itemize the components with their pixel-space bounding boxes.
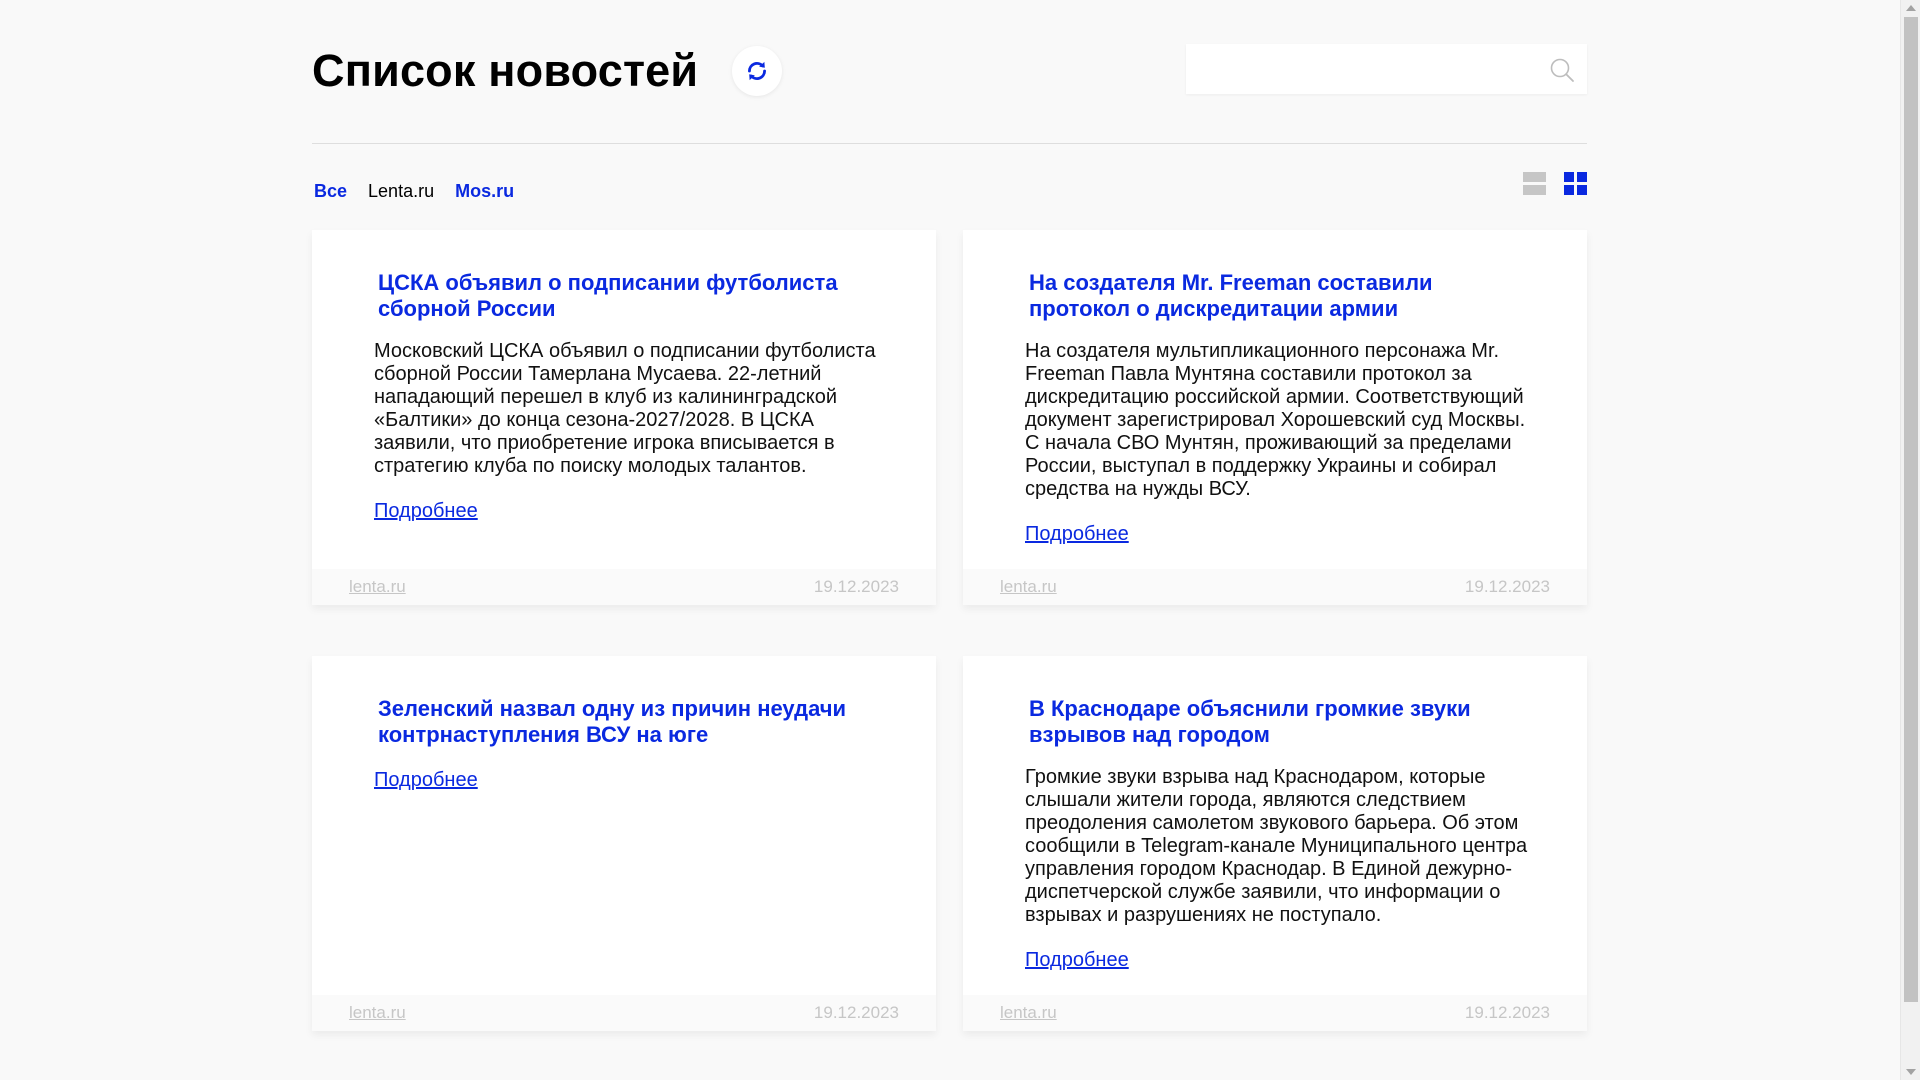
news-date: 19.12.2023 bbox=[813, 577, 899, 596]
main-container: Список новостей Все Lenta.ru Mos.ru ЦСКА… bbox=[312, 0, 1587, 1031]
news-text: На создателя мультипликационного персона… bbox=[1025, 340, 1526, 500]
more-link[interactable]: Подробнее bbox=[1025, 523, 1129, 546]
news-date: 19.12.2023 bbox=[1464, 1003, 1550, 1022]
news-text: Громкие звуки взрыва над Краснодаром, ко… bbox=[1025, 766, 1528, 926]
page: Список новостей Все Lenta.ru Mos.ru ЦСКА… bbox=[0, 0, 1900, 1080]
card-footer: lenta.ru 19.12.2023 bbox=[963, 995, 1587, 1031]
card-footer: lenta.ru 19.12.2023 bbox=[963, 569, 1587, 605]
news-title[interactable]: На создателя Mr. Freeman составили прото… bbox=[1029, 270, 1527, 322]
news-source[interactable]: lenta.ru bbox=[349, 577, 406, 597]
more-link[interactable]: Подробнее bbox=[374, 769, 478, 792]
list-view-icon[interactable] bbox=[1523, 172, 1546, 195]
news-title[interactable]: ЦСКА объявил о подписании футболиста сбо… bbox=[378, 270, 876, 322]
news-title[interactable]: В Краснодаре объяснили громкие звуки взр… bbox=[1029, 696, 1527, 748]
news-source[interactable]: lenta.ru bbox=[1000, 1003, 1057, 1023]
source-tabs: Все Lenta.ru Mos.ru bbox=[314, 178, 514, 204]
news-text: Московский ЦСКА объявил о подписании фут… bbox=[374, 340, 876, 477]
news-card: Зеленский назвал одну из причин неудачи … bbox=[312, 656, 936, 1031]
search-input[interactable] bbox=[1186, 44, 1536, 94]
news-date: 19.12.2023 bbox=[1464, 577, 1550, 596]
view-toggle bbox=[1523, 172, 1587, 195]
news-card: ЦСКА объявил о подписании футболиста сбо… bbox=[312, 230, 936, 605]
search-box bbox=[1186, 44, 1587, 94]
page-title: Список новостей bbox=[312, 45, 699, 96]
search-icon[interactable] bbox=[1549, 57, 1575, 83]
news-date: 19.12.2023 bbox=[813, 1003, 899, 1022]
scroll-up-icon[interactable] bbox=[1906, 5, 1916, 11]
tab-all[interactable]: Все bbox=[314, 178, 347, 204]
card-footer: lenta.ru 19.12.2023 bbox=[312, 569, 936, 605]
tab-lenta[interactable]: Lenta.ru bbox=[368, 178, 434, 204]
card-footer: lenta.ru 19.12.2023 bbox=[312, 995, 936, 1031]
tab-mos[interactable]: Mos.ru bbox=[455, 178, 514, 204]
news-card: В Краснодаре объяснили громкие звуки взр… bbox=[963, 656, 1587, 1031]
vertical-scrollbar[interactable] bbox=[1900, 0, 1920, 1080]
more-link[interactable]: Подробнее bbox=[374, 500, 478, 523]
news-source[interactable]: lenta.ru bbox=[349, 1003, 406, 1023]
filter-bar: Все Lenta.ru Mos.ru bbox=[312, 144, 1587, 230]
more-link[interactable]: Подробнее bbox=[1025, 949, 1129, 972]
news-source[interactable]: lenta.ru bbox=[1000, 577, 1057, 597]
grid-view-icon[interactable] bbox=[1564, 172, 1587, 195]
refresh-icon bbox=[748, 61, 766, 81]
refresh-button[interactable] bbox=[732, 46, 782, 96]
header: Список новостей bbox=[312, 0, 1587, 144]
scrollbar-thumb[interactable] bbox=[1904, 17, 1918, 1002]
news-grid: ЦСКА объявил о подписании футболиста сбо… bbox=[312, 230, 1587, 1031]
news-title[interactable]: Зеленский назвал одну из причин неудачи … bbox=[378, 696, 876, 748]
news-card: На создателя Mr. Freeman составили прото… bbox=[963, 230, 1587, 605]
scroll-down-icon[interactable] bbox=[1906, 1069, 1916, 1075]
